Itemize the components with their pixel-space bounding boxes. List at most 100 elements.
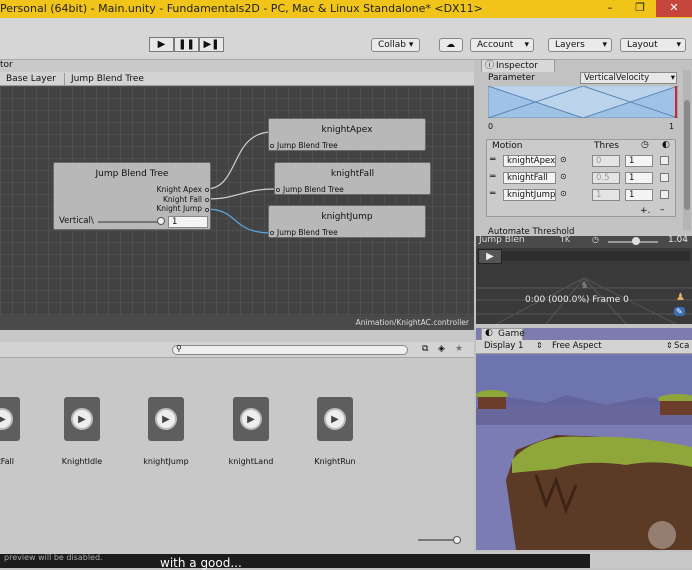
collab-label: Collab ▾ bbox=[378, 40, 414, 50]
inspector-scrollbar[interactable] bbox=[683, 70, 691, 230]
output-port[interactable] bbox=[205, 208, 209, 212]
favorite-star-icon[interactable]: ★ bbox=[455, 344, 463, 354]
node-subtitle: Jump Blend Tree bbox=[283, 185, 344, 194]
preview-toolbar: Jump Blen TK ◷ 1.04 bbox=[476, 235, 692, 248]
info-icon: ⓘ bbox=[485, 61, 495, 71]
object-picker-icon[interactable]: ⊙ bbox=[560, 189, 567, 198]
zoom-slider-thumb[interactable] bbox=[453, 536, 461, 544]
scrollbar-thumb[interactable] bbox=[684, 100, 690, 210]
project-toolbar: ⚲ ⧉ ◈ ★ bbox=[0, 342, 474, 358]
clip-label: KnightIdle bbox=[61, 457, 103, 466]
play-button[interactable]: ▶ bbox=[149, 37, 174, 52]
preview-speed-thumb[interactable] bbox=[632, 237, 640, 245]
speed-field[interactable]: 1 bbox=[625, 155, 653, 167]
subtitle-overlay: preview will be disabled. with a good... bbox=[0, 553, 590, 570]
tab-game[interactable]: ◐ Game bbox=[481, 328, 525, 340]
motion-row[interactable]: ═ knightJump ⊙ 1 1 bbox=[486, 187, 676, 204]
range-max: 1 bbox=[669, 122, 675, 131]
blend-tree-root-node[interactable]: Jump Blend Tree Knight Apex Knight Fall … bbox=[53, 162, 211, 230]
knight-apex-node[interactable]: knightApex Jump Blend Tree bbox=[268, 118, 426, 151]
clip-label: tFall bbox=[0, 457, 14, 466]
drag-handle-icon[interactable]: ═ bbox=[490, 155, 495, 165]
clip-label: knightJump bbox=[143, 457, 189, 466]
motion-row[interactable]: ═ knightApex ⊙ 0 1 bbox=[486, 153, 676, 170]
main-toolbar: ▶ ❚❚ ▶❚ Collab ▾ ☁ Account ▾ Layers ▾ La… bbox=[0, 18, 692, 60]
threshold-field[interactable]: 0 bbox=[592, 155, 620, 167]
output-port[interactable] bbox=[205, 188, 209, 192]
mirror-checkbox[interactable] bbox=[660, 173, 669, 182]
add-motion-button[interactable]: +. bbox=[640, 206, 650, 216]
param-label: Vertical\ bbox=[59, 216, 94, 226]
aspect-dropdown[interactable]: Free Aspect bbox=[552, 341, 602, 351]
object-picker-icon[interactable]: ⊙ bbox=[560, 155, 567, 164]
layout-dropdown[interactable]: Layout ▾ bbox=[620, 38, 686, 52]
breadcrumb-jump-blend-tree[interactable]: Jump Blend Tree bbox=[64, 73, 150, 85]
preview-timeline[interactable] bbox=[502, 251, 690, 261]
input-port[interactable] bbox=[276, 188, 280, 192]
time-scale-icon: ◷ bbox=[641, 140, 649, 150]
pause-button[interactable]: ❚❚ bbox=[174, 37, 199, 52]
motion-field[interactable]: knightFall bbox=[503, 172, 556, 184]
output-port[interactable] bbox=[205, 198, 209, 202]
layers-dropdown[interactable]: Layers ▾ bbox=[548, 38, 612, 52]
game-icon: ◐ bbox=[485, 328, 493, 338]
param-slider-thumb[interactable] bbox=[157, 217, 165, 225]
minimize-button[interactable]: – bbox=[596, 0, 624, 17]
filter-label-icon[interactable]: ◈ bbox=[438, 344, 445, 354]
output-knight-jump: Knight Jump bbox=[156, 204, 202, 213]
clip-item[interactable]: ▶ KnightIdle bbox=[58, 397, 106, 466]
input-port[interactable] bbox=[270, 231, 274, 235]
clip-label: knightLand bbox=[228, 457, 274, 466]
close-button[interactable]: ✕ bbox=[656, 0, 692, 17]
knight-jump-node[interactable]: knightJump Jump Blend Tree bbox=[268, 205, 426, 238]
account-dropdown[interactable]: Account ▾ bbox=[470, 38, 534, 52]
remove-motion-button[interactable]: – bbox=[660, 205, 665, 215]
clip-item[interactable]: ▶ knightJump bbox=[142, 397, 190, 466]
speed-field[interactable]: 1 bbox=[625, 189, 653, 201]
motion-row[interactable]: ═ knightFall ⊙ 0.5 1 bbox=[486, 170, 676, 187]
window-title: Personal (64bit) - Main.unity - Fundamen… bbox=[0, 2, 483, 15]
preview-play-button[interactable]: ▶ bbox=[478, 249, 502, 264]
threshold-field[interactable]: 1 bbox=[592, 189, 620, 201]
display-dropdown[interactable]: Display 1 bbox=[484, 341, 523, 351]
input-port[interactable] bbox=[270, 144, 274, 148]
breadcrumb-base-layer[interactable]: Base Layer bbox=[0, 73, 62, 85]
project-search-input[interactable]: ⚲ bbox=[172, 344, 408, 355]
filter-type-icon[interactable]: ⧉ bbox=[422, 344, 428, 354]
parameter-dropdown[interactable]: VerticalVelocity ▾ bbox=[580, 72, 677, 84]
chevron-down-icon: ⇕ bbox=[666, 341, 673, 350]
motion-field[interactable]: knightApex bbox=[503, 155, 556, 167]
connector-fall bbox=[205, 188, 277, 200]
mirror-checkbox[interactable] bbox=[660, 190, 669, 199]
tag-icon[interactable]: ✎ bbox=[674, 307, 685, 316]
collab-button[interactable]: Collab ▾ bbox=[371, 38, 421, 52]
threshold-header: Thres bbox=[594, 141, 619, 151]
param-value-field[interactable]: 1 bbox=[168, 216, 208, 228]
play-icon: ▶ bbox=[240, 408, 262, 430]
node-title: knightFall bbox=[330, 169, 375, 179]
chevron-down-icon: ▾ bbox=[602, 40, 607, 50]
pivot-icon[interactable]: TK bbox=[560, 235, 570, 244]
connector-jump bbox=[205, 208, 273, 234]
drag-handle-icon[interactable]: ═ bbox=[490, 172, 495, 182]
clip-item[interactable]: ▶ KnightRun bbox=[311, 397, 359, 466]
cloud-button[interactable]: ☁ bbox=[439, 38, 463, 52]
avatar-icon[interactable]: ♟ bbox=[676, 292, 685, 303]
motion-field[interactable]: knightJump bbox=[503, 189, 556, 201]
mirror-checkbox[interactable] bbox=[660, 156, 669, 165]
animator-tab[interactable]: tor bbox=[0, 60, 13, 70]
knight-fall-node[interactable]: knightFall Jump Blend Tree bbox=[274, 162, 431, 195]
object-picker-icon[interactable]: ⊙ bbox=[560, 172, 567, 181]
speed-field[interactable]: 1 bbox=[625, 172, 653, 184]
clip-item[interactable]: ▶ tFall bbox=[0, 397, 20, 466]
tab-inspector[interactable]: ⓘ Inspector bbox=[481, 59, 555, 72]
drag-handle-icon[interactable]: ═ bbox=[490, 189, 495, 199]
clip-thumbnail: ▶ bbox=[317, 397, 353, 441]
maximize-button[interactable]: ❐ bbox=[626, 0, 654, 17]
blend-graph[interactable] bbox=[488, 86, 678, 118]
chevron-down-icon: ▾ bbox=[524, 40, 529, 50]
param-slider-track[interactable] bbox=[98, 221, 160, 223]
step-button[interactable]: ▶❚ bbox=[199, 37, 224, 52]
threshold-field[interactable]: 0.5 bbox=[592, 172, 620, 184]
clip-item[interactable]: ▶ knightLand bbox=[227, 397, 275, 466]
